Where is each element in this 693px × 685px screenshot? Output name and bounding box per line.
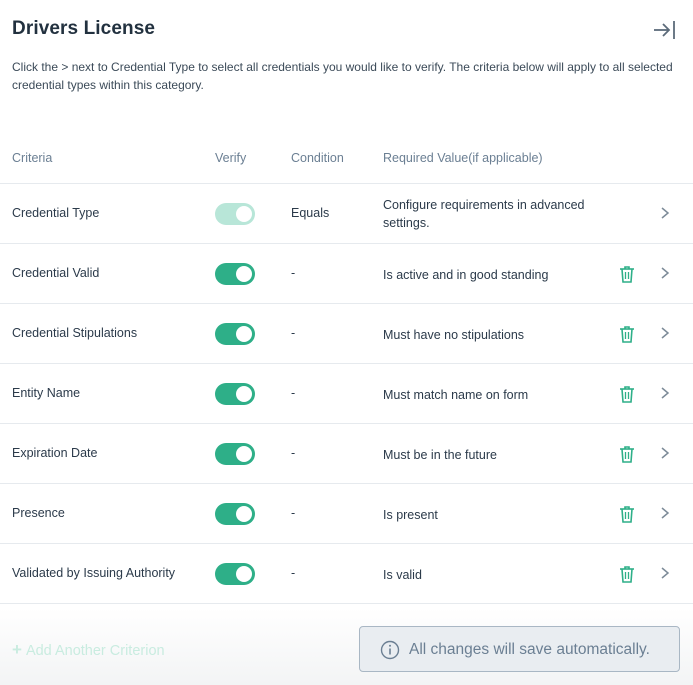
verify-toggle[interactable] <box>215 383 255 405</box>
criteria-table: Criteria Verify Condition Required Value… <box>0 138 693 604</box>
verify-toggle[interactable] <box>215 503 255 525</box>
panel-footer: + Add Another Criterion All changes will … <box>0 608 693 685</box>
drivers-license-panel: Drivers License Click the > next to Cred… <box>0 0 693 685</box>
criteria-name: Entity Name <box>12 386 81 400</box>
info-icon <box>380 640 400 660</box>
toggle-switch[interactable] <box>215 263 255 285</box>
autosave-notice: All changes will save automatically. <box>359 626 680 672</box>
criteria-name: Presence <box>12 506 65 520</box>
table-row: Expiration Date - Must be in the future <box>0 424 693 484</box>
condition-value: - <box>291 506 296 520</box>
toggle-knob <box>236 566 252 582</box>
required-value: Must be in the future <box>383 448 497 462</box>
table-body: Credential Type Equals Configure requireme… <box>0 184 693 604</box>
autosave-message: All changes will save automatically. <box>409 641 650 658</box>
required-value: Must have no stipulations <box>383 328 525 342</box>
chevron-right-icon[interactable] <box>659 386 671 400</box>
column-header-criteria: Criteria <box>12 151 53 165</box>
collapse-right-icon[interactable] <box>653 18 677 42</box>
condition-value: - <box>291 266 296 280</box>
trash-icon[interactable] <box>617 504 637 524</box>
chevron-right-icon[interactable] <box>659 506 671 520</box>
instructions-text: Click the > next to Credential Type to s… <box>12 60 673 92</box>
required-value: Is present <box>383 508 438 522</box>
trash-icon[interactable] <box>617 324 637 344</box>
required-value: Is active and in good standing <box>383 268 549 282</box>
toggle-knob <box>236 446 252 462</box>
trash-icon[interactable] <box>617 384 637 404</box>
table-row: Presence - Is present <box>0 484 693 544</box>
condition-value: - <box>291 326 296 340</box>
toggle-knob <box>236 326 252 342</box>
toggle-switch[interactable] <box>215 503 255 525</box>
table-row: Entity Name - Must match name on form <box>0 364 693 424</box>
required-value: Is valid <box>383 568 422 582</box>
trash-icon[interactable] <box>617 264 637 284</box>
condition-value: - <box>291 386 296 400</box>
table-row: Credential Stipulations - Must have no sti… <box>0 304 693 364</box>
column-header-required-value: Required Value(if applicable) <box>383 151 543 165</box>
toggle-knob <box>236 206 252 222</box>
column-header-verify: Verify <box>215 151 247 165</box>
page-title: Drivers License <box>12 18 156 39</box>
chevron-right-icon[interactable] <box>659 446 671 460</box>
criteria-name: Credential Valid <box>12 266 100 280</box>
verify-toggle[interactable] <box>215 563 255 585</box>
chevron-right-icon[interactable] <box>659 566 671 580</box>
verify-toggle[interactable] <box>215 263 255 285</box>
condition-value: - <box>291 566 296 580</box>
toggle-switch[interactable] <box>215 383 255 405</box>
chevron-right-icon[interactable] <box>659 266 671 280</box>
verify-toggle <box>215 203 255 225</box>
trash-icon[interactable] <box>617 444 637 464</box>
table-row: Credential Valid - Is active and in good s… <box>0 244 693 304</box>
table-header: Criteria Verify Condition Required Value… <box>0 138 693 184</box>
toggle-switch[interactable] <box>215 443 255 465</box>
toggle-switch[interactable] <box>215 563 255 585</box>
verify-toggle[interactable] <box>215 443 255 465</box>
condition-value: - <box>291 446 296 460</box>
toggle-knob <box>236 266 252 282</box>
add-criterion-label: Add Another Criterion <box>25 643 165 659</box>
verify-toggle[interactable] <box>215 323 255 345</box>
criteria-name: Credential Type <box>12 206 100 220</box>
table-row: Credential Type Equals Configure requireme… <box>0 184 693 244</box>
toggle-switch <box>215 203 255 225</box>
criteria-name: Credential Stipulations <box>12 326 138 340</box>
required-value: Must match name on form <box>383 388 529 402</box>
table-row: Validated by Issuing Authority - Is valid <box>0 544 693 604</box>
add-criterion-button[interactable]: + Add Another Criterion <box>12 640 165 660</box>
panel-header: Drivers License <box>12 18 681 44</box>
toggle-knob <box>236 506 252 522</box>
chevron-right-icon[interactable] <box>659 206 671 220</box>
required-value: Configure requirements in advanced setti… <box>383 198 585 230</box>
condition-value: Equals <box>291 206 330 220</box>
chevron-right-icon[interactable] <box>659 326 671 340</box>
criteria-name: Validated by Issuing Authority <box>12 566 176 580</box>
plus-icon: + <box>12 640 22 659</box>
column-header-condition: Condition <box>291 151 344 165</box>
trash-icon[interactable] <box>617 564 637 584</box>
toggle-knob <box>236 386 252 402</box>
criteria-name: Expiration Date <box>12 446 98 460</box>
toggle-switch[interactable] <box>215 323 255 345</box>
